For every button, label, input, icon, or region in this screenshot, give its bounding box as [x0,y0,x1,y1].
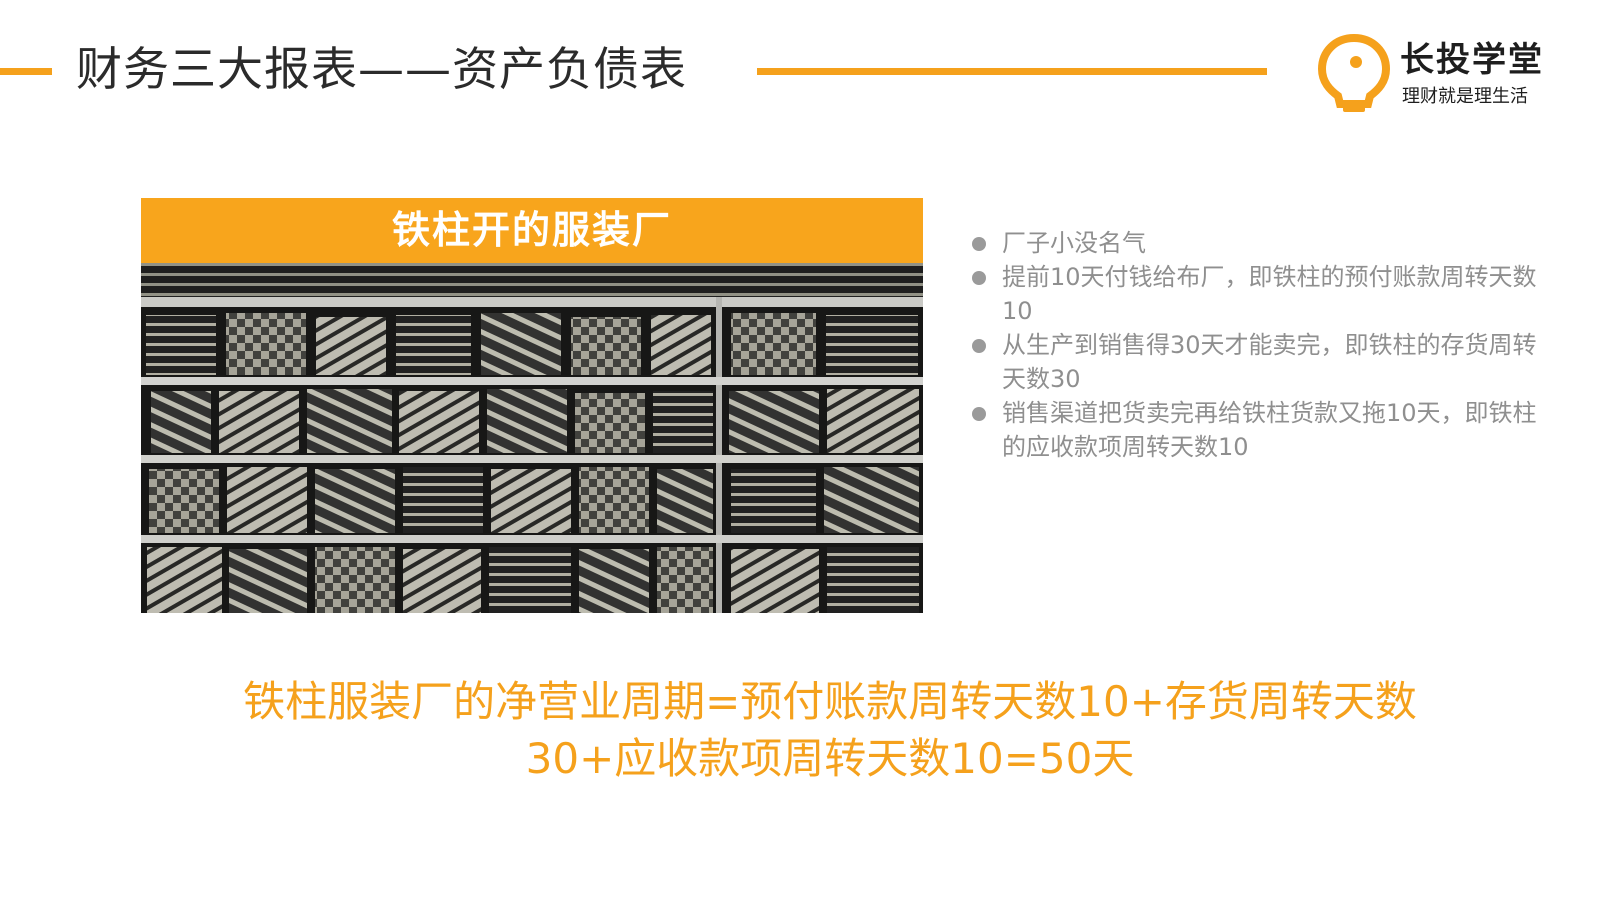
bullet-dot-icon [972,339,986,353]
page-title: 财务三大报表——资产负债表 [76,42,687,96]
bullet-list: 厂子小没名气 提前10天付钱给布厂，即铁柱的预付账款周转天数10 从生产到销售得… [970,226,1550,464]
brand-slogan: 理财就是理生活 [1402,86,1528,107]
summary-line-2: 30+应收款项周转天数10=50天 [525,734,1135,783]
list-item: 提前10天付钱给布厂，即铁柱的预付账款周转天数10 [970,260,1550,328]
bullet-text: 提前10天付钱给布厂，即铁柱的预付账款周转天数10 [1002,263,1537,325]
lightbulb-icon [1318,34,1390,112]
bullet-text: 厂子小没名气 [1002,229,1146,257]
bullet-dot-icon [972,237,986,251]
header-accent-line-left [0,68,52,75]
header-accent-line-right [757,68,1267,75]
brand-logo: 长投学堂 理财就是理生活 [1318,34,1580,114]
bullet-text: 从生产到销售得30天才能卖完，即铁柱的存货周转天数30 [1002,331,1537,393]
summary-line-1: 铁柱服装厂的净营业周期=预付账款周转天数10+存货周转天数 [243,677,1417,726]
summary-formula: 铁柱服装厂的净营业周期=预付账款周转天数10+存货周转天数 30+应收款项周转天… [140,673,1520,787]
brand-name: 长投学堂 [1400,40,1544,80]
bullet-text: 销售渠道把货卖完再给铁柱货款又拖10天，即铁柱的应收款项周转天数10 [1002,399,1537,461]
list-item: 销售渠道把货卖完再给铁柱货款又拖10天，即铁柱的应收款项周转天数10 [970,396,1550,464]
bullet-dot-icon [972,271,986,285]
card-banner: 铁柱开的服装厂 [141,198,923,263]
list-item: 厂子小没名气 [970,226,1550,260]
clothes-shelf-photo [141,263,923,613]
list-item: 从生产到销售得30天才能卖完，即铁柱的存货周转天数30 [970,328,1550,396]
bullet-dot-icon [972,407,986,421]
factory-card: 铁柱开的服装厂 [141,198,923,613]
